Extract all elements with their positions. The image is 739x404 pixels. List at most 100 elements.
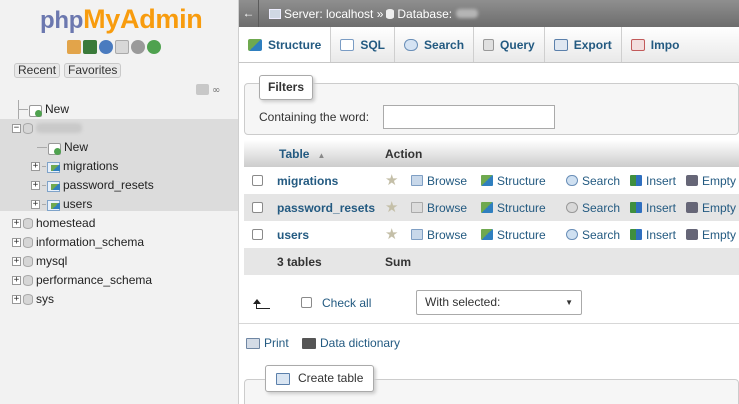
expand-icon[interactable]: + [31, 200, 40, 209]
database-icon [23, 237, 33, 248]
recent-button[interactable]: Recent [14, 63, 61, 78]
reload-icon[interactable] [147, 40, 161, 54]
check-all-checkbox[interactable] [301, 297, 312, 308]
tree-table-label: users [63, 197, 93, 211]
structure-label: Structure [497, 173, 546, 188]
insert-action[interactable]: Insert [630, 201, 676, 215]
tab-sql[interactable]: SQL [331, 27, 396, 62]
table-icon [47, 161, 60, 173]
logout-icon[interactable] [83, 40, 97, 54]
expand-icon[interactable]: + [12, 257, 21, 266]
table-name-link[interactable]: users [277, 228, 309, 242]
insert-action[interactable]: Insert [630, 228, 676, 242]
docs-icon[interactable] [115, 40, 129, 54]
phpmyadmin-logo[interactable]: phpMyAdmin [40, 4, 203, 34]
tree-table-users[interactable]: + users [31, 195, 92, 214]
structure-icon [481, 229, 493, 240]
expand-icon[interactable]: + [12, 295, 21, 304]
help-icon[interactable] [99, 40, 113, 54]
search-action[interactable]: Search [566, 201, 620, 215]
tab-bar: Structure SQL Search Query Export Impo [239, 27, 739, 63]
favorites-button[interactable]: Favorites [64, 63, 122, 78]
tree-table-password-resets[interactable]: + password_resets [31, 176, 154, 195]
row-checkbox[interactable] [252, 202, 263, 213]
divider [239, 323, 739, 324]
query-icon [483, 38, 495, 51]
empty-action[interactable]: Empty [686, 174, 736, 188]
breadcrumb-server-link[interactable]: Server: localhost » [284, 7, 383, 21]
back-arrow-icon[interactable]: ← [239, 0, 259, 27]
row-checkbox[interactable] [252, 229, 263, 240]
table-name-link[interactable]: migrations [277, 174, 338, 188]
tree-db-sys[interactable]: + sys [12, 290, 54, 309]
table-row: migrations ★ Browse Structure Search Ins… [244, 167, 739, 194]
empty-action[interactable]: Empty [686, 228, 736, 242]
insert-icon [630, 202, 642, 213]
tab-label: SQL [360, 37, 386, 52]
browse-action[interactable]: Browse [411, 201, 467, 215]
expand-icon[interactable]: + [31, 181, 40, 190]
tree-db-label: homestead [36, 216, 96, 230]
data-dictionary-link[interactable]: Data dictionary [302, 336, 400, 350]
structure-label: Structure [497, 227, 546, 242]
row-checkbox[interactable] [252, 175, 263, 186]
tree-new-database[interactable]: New [18, 100, 69, 119]
collapse-icon[interactable]: − [12, 124, 21, 133]
tab-query[interactable]: Query [474, 27, 545, 62]
structure-action[interactable]: Structure [481, 228, 546, 242]
favorite-star-icon[interactable]: ★ [385, 227, 398, 242]
structure-icon [481, 202, 493, 213]
new-database-icon [29, 104, 42, 117]
breadcrumb-database-link[interactable]: Database: [397, 7, 452, 21]
insert-label: Insert [646, 227, 677, 242]
table-name-link[interactable]: password_resets [277, 201, 375, 215]
browse-action[interactable]: Browse [411, 228, 467, 242]
structure-action[interactable]: Structure [481, 201, 546, 215]
filter-input[interactable] [383, 105, 555, 129]
tree-new-table[interactable]: New [37, 138, 88, 157]
tree-db-label: performance_schema [36, 273, 153, 287]
home-icon[interactable] [67, 40, 81, 54]
sql-icon [340, 38, 355, 51]
with-selected-dropdown[interactable]: With selected: ▼ [416, 290, 582, 315]
create-table-legend[interactable]: Create table [265, 365, 375, 392]
tree-db-homestead[interactable]: + homestead [12, 214, 95, 233]
logo-myadmin-text: MyAdmin [83, 4, 203, 34]
browse-action[interactable]: Browse [411, 174, 467, 188]
insert-label: Insert [646, 173, 677, 188]
expand-icon[interactable]: + [12, 238, 21, 247]
expand-icon[interactable]: + [31, 162, 40, 171]
empty-action[interactable]: Empty [686, 201, 736, 215]
structure-action[interactable]: Structure [481, 174, 546, 188]
redacted-database-name [36, 123, 82, 133]
link-with-main-icon[interactable]: ∞ [212, 85, 220, 96]
settings-icon[interactable] [131, 40, 145, 54]
table-footer-row: 3 tables Sum [244, 248, 739, 275]
expand-icon[interactable]: + [12, 276, 21, 285]
tab-label: Search [424, 37, 465, 52]
tab-export[interactable]: Export [545, 27, 622, 62]
database-icon [23, 275, 33, 286]
browse-icon [411, 229, 423, 240]
table-column-header[interactable]: Table ▲ [279, 147, 325, 161]
breadcrumb-bar: ← Server: localhost » Database: [239, 0, 739, 27]
check-all-label[interactable]: Check all [322, 296, 371, 310]
tree-db-mysql[interactable]: + mysql [12, 252, 67, 271]
insert-icon [630, 229, 642, 240]
search-action[interactable]: Search [566, 228, 620, 242]
tree-db-performance-schema[interactable]: + performance_schema [12, 271, 152, 290]
print-link[interactable]: Print [246, 336, 289, 350]
insert-action[interactable]: Insert [630, 174, 676, 188]
favorite-star-icon[interactable]: ★ [385, 173, 398, 188]
tree-db-information-schema[interactable]: + information_schema [12, 233, 144, 252]
tab-search[interactable]: Search [395, 27, 475, 62]
expand-icon[interactable]: + [12, 219, 21, 228]
tab-structure[interactable]: Structure [239, 27, 332, 62]
sort-ascending-icon: ▲ [317, 150, 326, 160]
favorite-star-icon[interactable]: ★ [385, 200, 398, 215]
table-header-label: Table [279, 146, 310, 161]
tree-table-migrations[interactable]: + migrations [31, 157, 118, 176]
search-action[interactable]: Search [566, 174, 620, 188]
collapse-all-icon[interactable] [196, 84, 209, 95]
tab-import[interactable]: Impo [622, 27, 689, 62]
